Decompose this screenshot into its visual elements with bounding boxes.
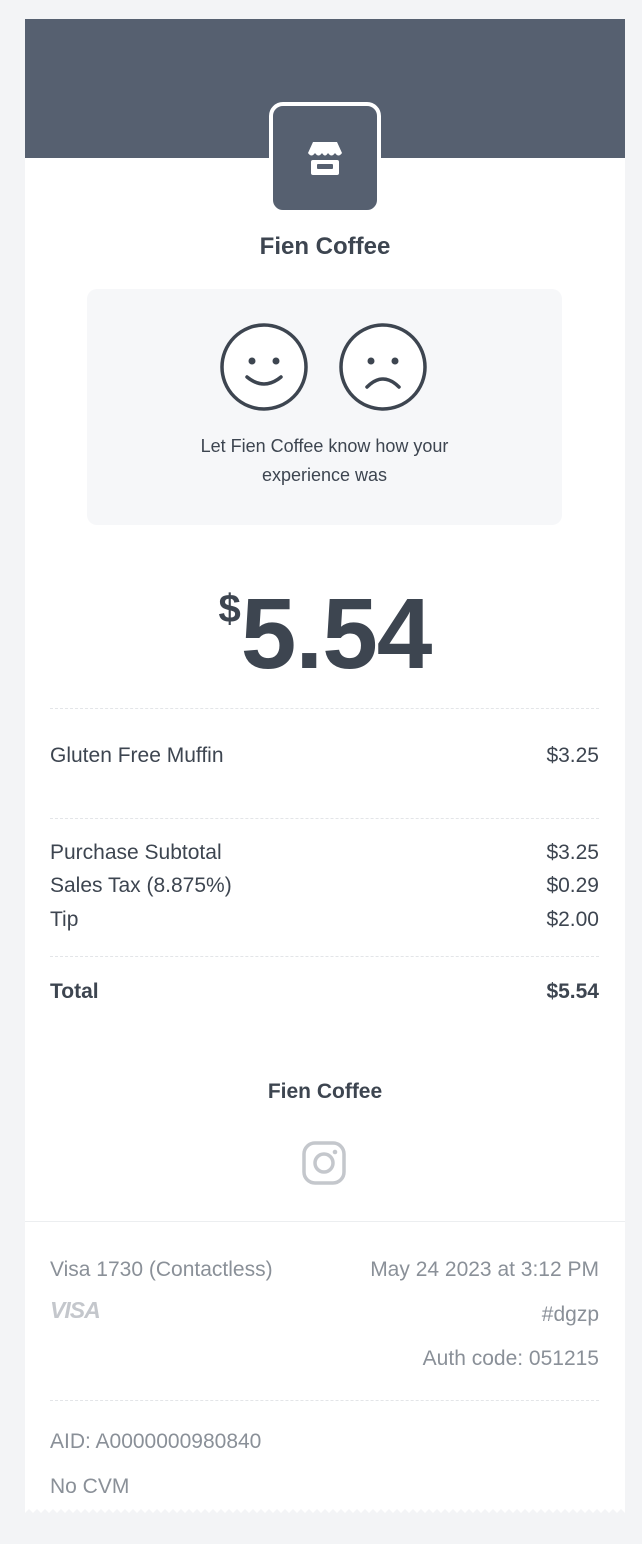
line-item-price: $3.25 (546, 744, 599, 767)
storefront-icon (308, 142, 342, 175)
subtotal-row: Purchase Subtotal $3.25 (50, 841, 599, 865)
feedback-prompt: Let Fien Coffee know how your experience… (87, 432, 562, 490)
line-item: Gluten Free Muffin $3.25 (50, 744, 599, 768)
receipt-torn-edge (25, 1509, 625, 1517)
tax-row: Sales Tax (8.875%) $0.29 (50, 874, 599, 898)
total-value: $5.54 (546, 980, 599, 1003)
line-item-name: Gluten Free Muffin (50, 744, 224, 767)
happy-face-icon[interactable] (220, 323, 308, 411)
total-amount-display: $5.54 (25, 579, 625, 689)
card-info: Visa 1730 (Contactless) (50, 1258, 273, 1281)
total-row: Total $5.54 (50, 980, 599, 1004)
transaction-datetime: May 24 2023 at 3:12 PM (370, 1258, 599, 1281)
total-amount-value: 5.54 (240, 578, 433, 690)
visa-logo: VISA (50, 1297, 101, 1323)
divider (50, 708, 599, 709)
merchant-logo (269, 102, 381, 214)
section-divider (25, 1221, 625, 1222)
feedback-panel: Let Fien Coffee know how your experience… (87, 289, 562, 525)
instagram-icon (302, 1141, 346, 1185)
feedback-prompt-line-1: Let Fien Coffee know how your (200, 436, 449, 456)
tip-value: $2.00 (546, 908, 599, 931)
footer-merchant-name: Fien Coffee (267, 1080, 383, 1103)
divider (50, 818, 599, 819)
cvm-info: No CVM (50, 1475, 130, 1498)
auth-code: Auth code: 051215 (422, 1347, 599, 1370)
divider (50, 1400, 599, 1401)
divider (50, 956, 599, 957)
subtotal-value: $3.25 (546, 841, 599, 864)
receipt-code: #dgzp (541, 1303, 599, 1326)
feedback-prompt-line-2: experience was (261, 465, 388, 485)
tip-label: Tip (50, 908, 79, 931)
tax-label: Sales Tax (8.875%) (50, 874, 232, 897)
currency-symbol: $ (218, 587, 241, 631)
subtotal-label: Purchase Subtotal (50, 841, 222, 864)
tip-row: Tip $2.00 (50, 908, 599, 932)
sad-face-icon[interactable] (339, 323, 427, 411)
aid-info: AID: A0000000980840 (50, 1430, 262, 1453)
total-label: Total (50, 980, 99, 1003)
receipt-card: Fien Coffee Let Fien Coffee know how you… (25, 19, 625, 1517)
merchant-name: Fien Coffee (259, 233, 391, 260)
tax-value: $0.29 (546, 874, 599, 897)
instagram-link[interactable] (301, 1140, 347, 1186)
